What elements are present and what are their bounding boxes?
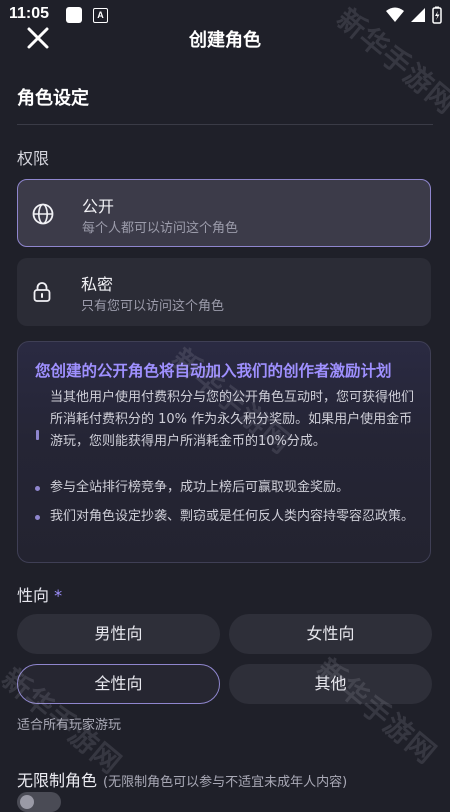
section-title: 角色设定 [17, 88, 89, 109]
permission-option-public[interactable]: 公开 每个人都可以访问这个角色 [17, 179, 431, 247]
globe-icon [32, 203, 54, 225]
lock-icon [33, 282, 51, 302]
info-item: 我们对角色设定抄袭、剽窃或是任何反人类内容持零容忍政策。 [50, 509, 415, 524]
orientation-label: 性向 * [17, 582, 62, 606]
bullet-icon [36, 430, 39, 440]
unlimited-role-note: (无限制角色可以参与不适宜未成年人内容) [103, 775, 348, 790]
orientation-option-female[interactable]: 女性向 [229, 614, 432, 654]
required-mark: * [54, 586, 63, 605]
permission-label: 权限 [17, 149, 50, 168]
orientation-label-text: 性向 [17, 586, 50, 605]
bullet-icon [35, 515, 40, 520]
bullet-icon [35, 486, 40, 491]
permission-option-private[interactable]: 私密 只有您可以访问这个角色 [17, 258, 431, 326]
unlimited-role-toggle[interactable] [17, 792, 61, 812]
unlimited-role-label: 无限制角色 [17, 771, 98, 790]
divider [17, 124, 433, 125]
permission-option-desc: 每个人都可以访问这个角色 [82, 221, 239, 236]
permission-option-title: 公开 [82, 197, 115, 216]
info-item: 参与全站排行榜竞争，成功上榜后可赢取现金奖励。 [50, 480, 350, 495]
toggle-knob [20, 795, 34, 809]
permission-option-desc: 只有您可以访问这个角色 [81, 299, 225, 314]
orientation-option-male[interactable]: 男性向 [17, 614, 220, 654]
permission-option-title: 私密 [81, 275, 114, 294]
unlimited-role-row: 无限制角色 (无限制角色可以参与不适宜未成年人内容) [17, 767, 347, 791]
